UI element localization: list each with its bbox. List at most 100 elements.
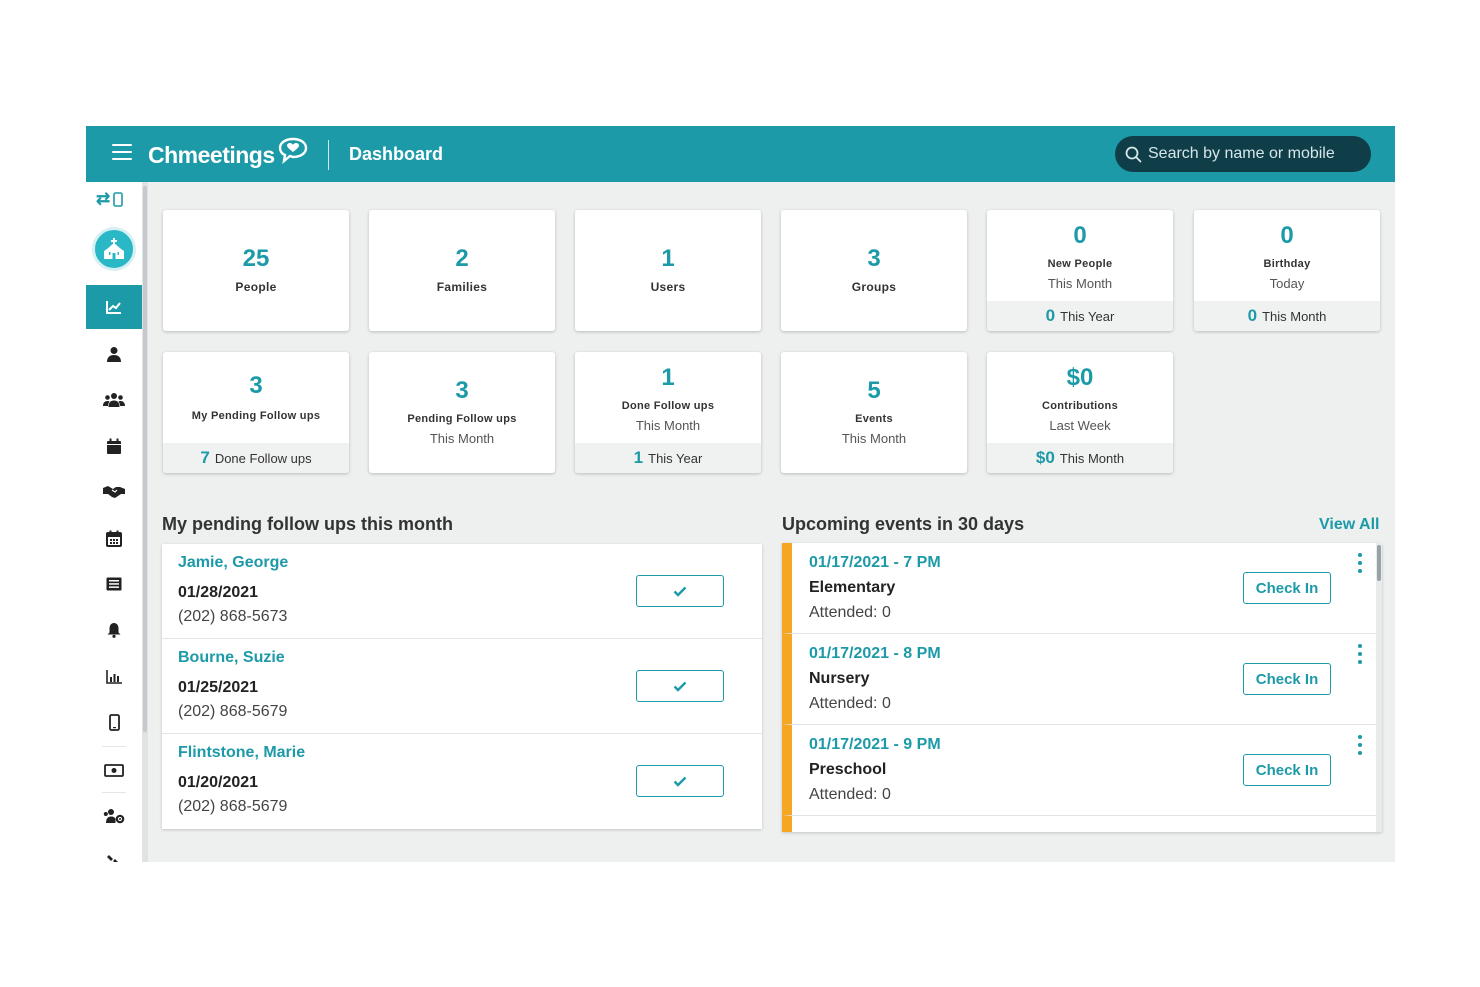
- follow-up-date: 01/28/2021: [178, 584, 259, 601]
- stat-card-birthday[interactable]: 0 Birthday Today 0 This Month: [1194, 210, 1380, 331]
- mark-done-button[interactable]: [636, 670, 724, 702]
- follow-up-date: 01/25/2021: [178, 679, 259, 696]
- view-all-link[interactable]: View All: [1319, 516, 1379, 534]
- sidebar-item-people[interactable]: [86, 332, 142, 376]
- money-icon: [104, 763, 124, 777]
- follow-up-phone: (202) 868-5679: [178, 703, 288, 720]
- logo-text: Chmeetings: [148, 141, 275, 168]
- sidebar-item-groups[interactable]: [86, 378, 142, 422]
- stat-value: 1: [661, 364, 675, 391]
- stat-card-my-pending-follow-ups[interactable]: 3 My Pending Follow ups 7 Done Follow ups: [163, 352, 349, 473]
- stat-value: 3: [455, 377, 469, 404]
- stat-footer: 7 Done Follow ups: [163, 443, 349, 473]
- stat-label: Done Follow ups: [621, 400, 715, 412]
- stat-label: Events: [855, 413, 893, 425]
- stat-sublabel: This Month: [841, 431, 907, 446]
- event-attended: Attended: 0: [809, 604, 891, 621]
- mark-done-button[interactable]: [636, 575, 724, 607]
- stat-sublabel: This Month: [1047, 276, 1113, 291]
- follow-up-name[interactable]: Jamie, George: [178, 554, 288, 572]
- stat-card-pending-follow-ups[interactable]: 3 Pending Follow ups This Month: [369, 352, 555, 473]
- logo[interactable]: Chmeetings: [148, 137, 308, 171]
- sidebar-item-follow-ups[interactable]: [86, 470, 142, 514]
- stat-card-done-follow-ups[interactable]: 1 Done Follow ups This Month 1 This Year: [575, 352, 761, 473]
- stat-value: 25: [242, 245, 270, 272]
- sidebar-item-forms[interactable]: [86, 562, 142, 606]
- sidebar-item-events[interactable]: [86, 424, 142, 468]
- stat-label: Families: [436, 280, 488, 294]
- check-icon: [673, 586, 687, 597]
- follow-up-row: Jamie, George 01/28/2021 (202) 868-5673: [162, 544, 762, 639]
- sidebar-item-dashboard[interactable]: [86, 285, 142, 329]
- stat-card-new-people[interactable]: 0 New People This Month 0 This Year: [987, 210, 1173, 331]
- more-options-icon[interactable]: [1354, 644, 1366, 664]
- stat-value: 5: [867, 377, 881, 404]
- stat-card-contributions[interactable]: $0 Contributions Last Week $0 This Month: [987, 352, 1173, 473]
- sidebar-item-contributions[interactable]: [86, 748, 142, 792]
- bell-icon: [107, 623, 121, 638]
- handshake-icon: [103, 486, 125, 498]
- follow-up-name[interactable]: Bourne, Suzie: [178, 649, 285, 667]
- event-row: 01/17/2021 - 7 PM Elementary Attended: 0…: [782, 543, 1376, 634]
- calendar-grid-icon: [106, 530, 122, 547]
- event-row: 01/17/2021 - 9 PM Preschool Attended: 0 …: [782, 725, 1376, 816]
- stat-value: 0: [1280, 222, 1294, 249]
- more-options-icon[interactable]: [1354, 553, 1366, 573]
- event-row: 01/17/2021 - 8 PM Nursery Attended: 0 Ch…: [782, 634, 1376, 725]
- hamburger-menu-icon[interactable]: [112, 144, 132, 160]
- stat-label: New People: [1047, 258, 1113, 270]
- sidebar-item-notifications[interactable]: [86, 608, 142, 652]
- search-box[interactable]: [1115, 136, 1371, 172]
- stat-card-events[interactable]: 5 Events This Month: [781, 352, 967, 473]
- mark-done-button[interactable]: [636, 765, 724, 797]
- check-in-button[interactable]: Check In: [1243, 754, 1331, 786]
- events-scrollbar[interactable]: [1376, 543, 1382, 832]
- stat-sublabel: Today: [1269, 276, 1305, 291]
- stat-card-users[interactable]: 1 Users: [575, 210, 761, 331]
- list-icon: [106, 577, 122, 591]
- stat-footer: 0 This Year: [987, 301, 1173, 331]
- stat-label: Groups: [851, 280, 897, 294]
- stat-value: 3: [249, 372, 263, 399]
- sidebar-item-calendar[interactable]: [86, 516, 142, 560]
- sidebar-item-volunteers[interactable]: [86, 794, 142, 838]
- follow-up-row: Bourne, Suzie 01/25/2021 (202) 868-5679: [162, 639, 762, 734]
- stat-sublabel: Last Week: [1049, 418, 1111, 433]
- stat-sublabel: This Month: [429, 431, 495, 446]
- check-icon: [673, 776, 687, 787]
- events-title: Upcoming events in 30 days: [782, 514, 1025, 534]
- follow-up-name[interactable]: Flintstone, Marie: [178, 744, 305, 762]
- check-in-button[interactable]: Check In: [1243, 663, 1331, 695]
- stat-label: My Pending Follow ups: [191, 410, 321, 422]
- stat-label: Birthday: [1263, 258, 1311, 270]
- more-options-icon[interactable]: [1354, 735, 1366, 755]
- follow-up-phone: (202) 868-5673: [178, 608, 288, 625]
- event-date: 01/17/2021 - 8 PM: [809, 645, 941, 662]
- tools-icon: [107, 855, 118, 862]
- stat-label: People: [235, 280, 277, 294]
- stat-value: 3: [867, 245, 881, 272]
- stat-card-families[interactable]: 2 Families: [369, 210, 555, 331]
- swap-device-icon[interactable]: ⇄: [96, 189, 132, 208]
- follow-up-date: 01/20/2021: [178, 774, 259, 791]
- stat-footer: $0 This Month: [987, 443, 1173, 473]
- follow-up-row: Flintstone, Marie 01/20/2021 (202) 868-5…: [162, 734, 762, 829]
- sidebar-item-mobile[interactable]: [86, 700, 142, 744]
- church-icon[interactable]: [92, 227, 136, 271]
- event-name: Preschool: [809, 761, 887, 778]
- stat-card-people[interactable]: 25 People: [163, 210, 349, 331]
- header-divider: [328, 140, 329, 170]
- events-panel: 01/17/2021 - 7 PM Elementary Attended: 0…: [782, 543, 1382, 832]
- sidebar-item-tools[interactable]: [86, 840, 142, 862]
- stat-card-groups[interactable]: 3 Groups: [781, 210, 967, 331]
- sidebar-item-reports[interactable]: [86, 654, 142, 698]
- event-name: Nursery: [809, 670, 870, 687]
- sidebar-scrollbar[interactable]: [142, 182, 148, 862]
- stat-value: $0: [1066, 364, 1094, 391]
- mobile-icon: [108, 713, 120, 731]
- search-input[interactable]: [1148, 145, 1358, 163]
- stat-label: Contributions: [1042, 400, 1118, 412]
- check-in-button[interactable]: Check In: [1243, 572, 1331, 604]
- top-bar: Chmeetings Dashboard: [86, 126, 1395, 182]
- follow-up-phone: (202) 868-5679: [178, 798, 288, 815]
